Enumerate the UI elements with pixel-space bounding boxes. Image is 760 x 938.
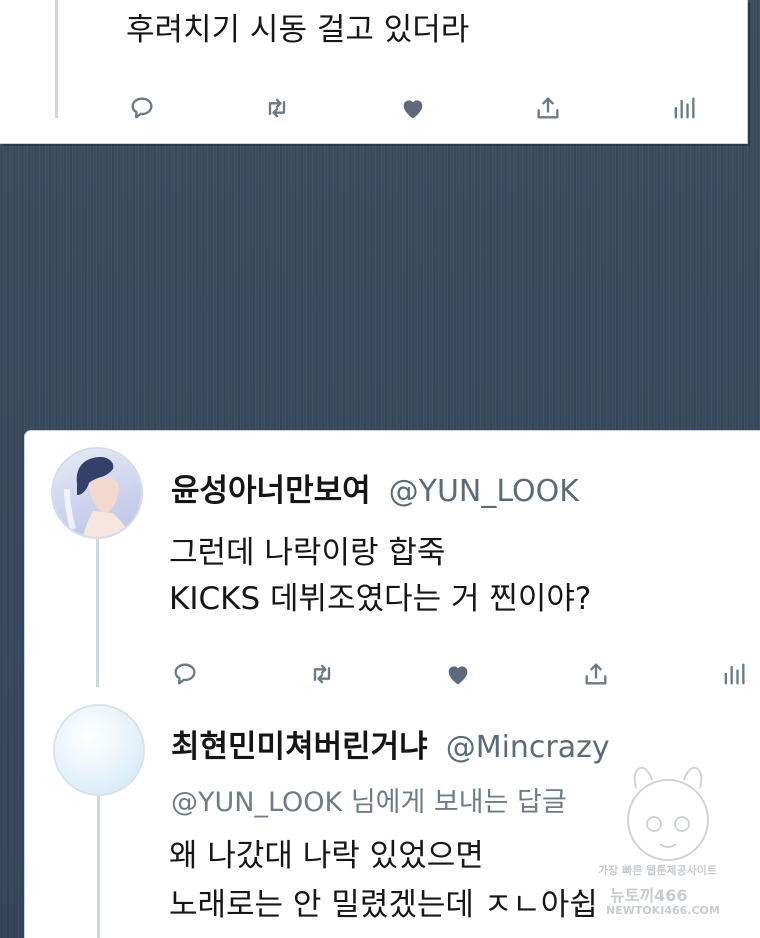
reply-to-suffix: 님에게 보내는 답글 <box>342 787 567 818</box>
tweet-text-line: 왜 나갔대 나락 있었으면 <box>169 838 484 874</box>
avatar[interactable] <box>55 706 143 794</box>
share-icon[interactable] <box>581 659 611 689</box>
reply-to-handle[interactable]: @YUN_LOOK <box>171 787 342 818</box>
watermark-line: NEWTOKI466.COM <box>606 904 720 917</box>
reply-icon[interactable] <box>127 93 157 123</box>
display-name[interactable]: 최현민미쳐버린거냐 <box>171 729 428 765</box>
thread-line <box>97 796 100 938</box>
tweet-actions <box>25 659 760 689</box>
user-handle[interactable]: @YUN_LOOK <box>389 474 579 509</box>
tweet-text-line: KICKS 데뷔조였다는 거 찐이야? <box>169 581 592 617</box>
top-tweet-card: 후려치기 시동 걸고 있더라 <box>0 0 747 143</box>
tweet-actions <box>0 93 747 123</box>
analytics-icon[interactable] <box>669 93 699 123</box>
watermark-line: 뉴토끼466 <box>610 886 688 905</box>
avatar[interactable] <box>53 449 141 537</box>
retweet-icon[interactable] <box>262 93 292 123</box>
display-name[interactable]: 윤성아너만보여 <box>171 473 371 509</box>
heart-icon[interactable] <box>443 659 473 689</box>
tweet-header: 최현민미쳐버린거냐 @Mincrazy <box>171 721 610 766</box>
retweet-icon[interactable] <box>307 659 337 689</box>
tweet-header: 윤성아너만보여 @YUN_LOOK <box>171 465 579 510</box>
reply-icon[interactable] <box>170 659 200 689</box>
reply-to-label: @YUN_LOOK 님에게 보내는 답글 <box>171 780 567 819</box>
tweet-text-line: 그런데 나락이랑 합죽 <box>169 535 446 571</box>
user-handle[interactable]: @Mincrazy <box>446 730 610 765</box>
heart-icon[interactable] <box>398 93 428 123</box>
share-icon[interactable] <box>533 93 563 123</box>
watermark-line: 가장 빠른 웹툰제공사이트 <box>598 864 717 877</box>
analytics-icon[interactable] <box>719 659 749 689</box>
tweet-text-line: 노래로는 안 밀렸겠는데 ㅈㄴ아쉽 <box>169 887 598 923</box>
watermark: 가장 빠른 웹툰제공사이트 뉴토끼466 NEWTOKI466.COM <box>596 758 736 928</box>
tweet-text: 후려치기 시동 걸고 있더라 <box>126 12 470 48</box>
